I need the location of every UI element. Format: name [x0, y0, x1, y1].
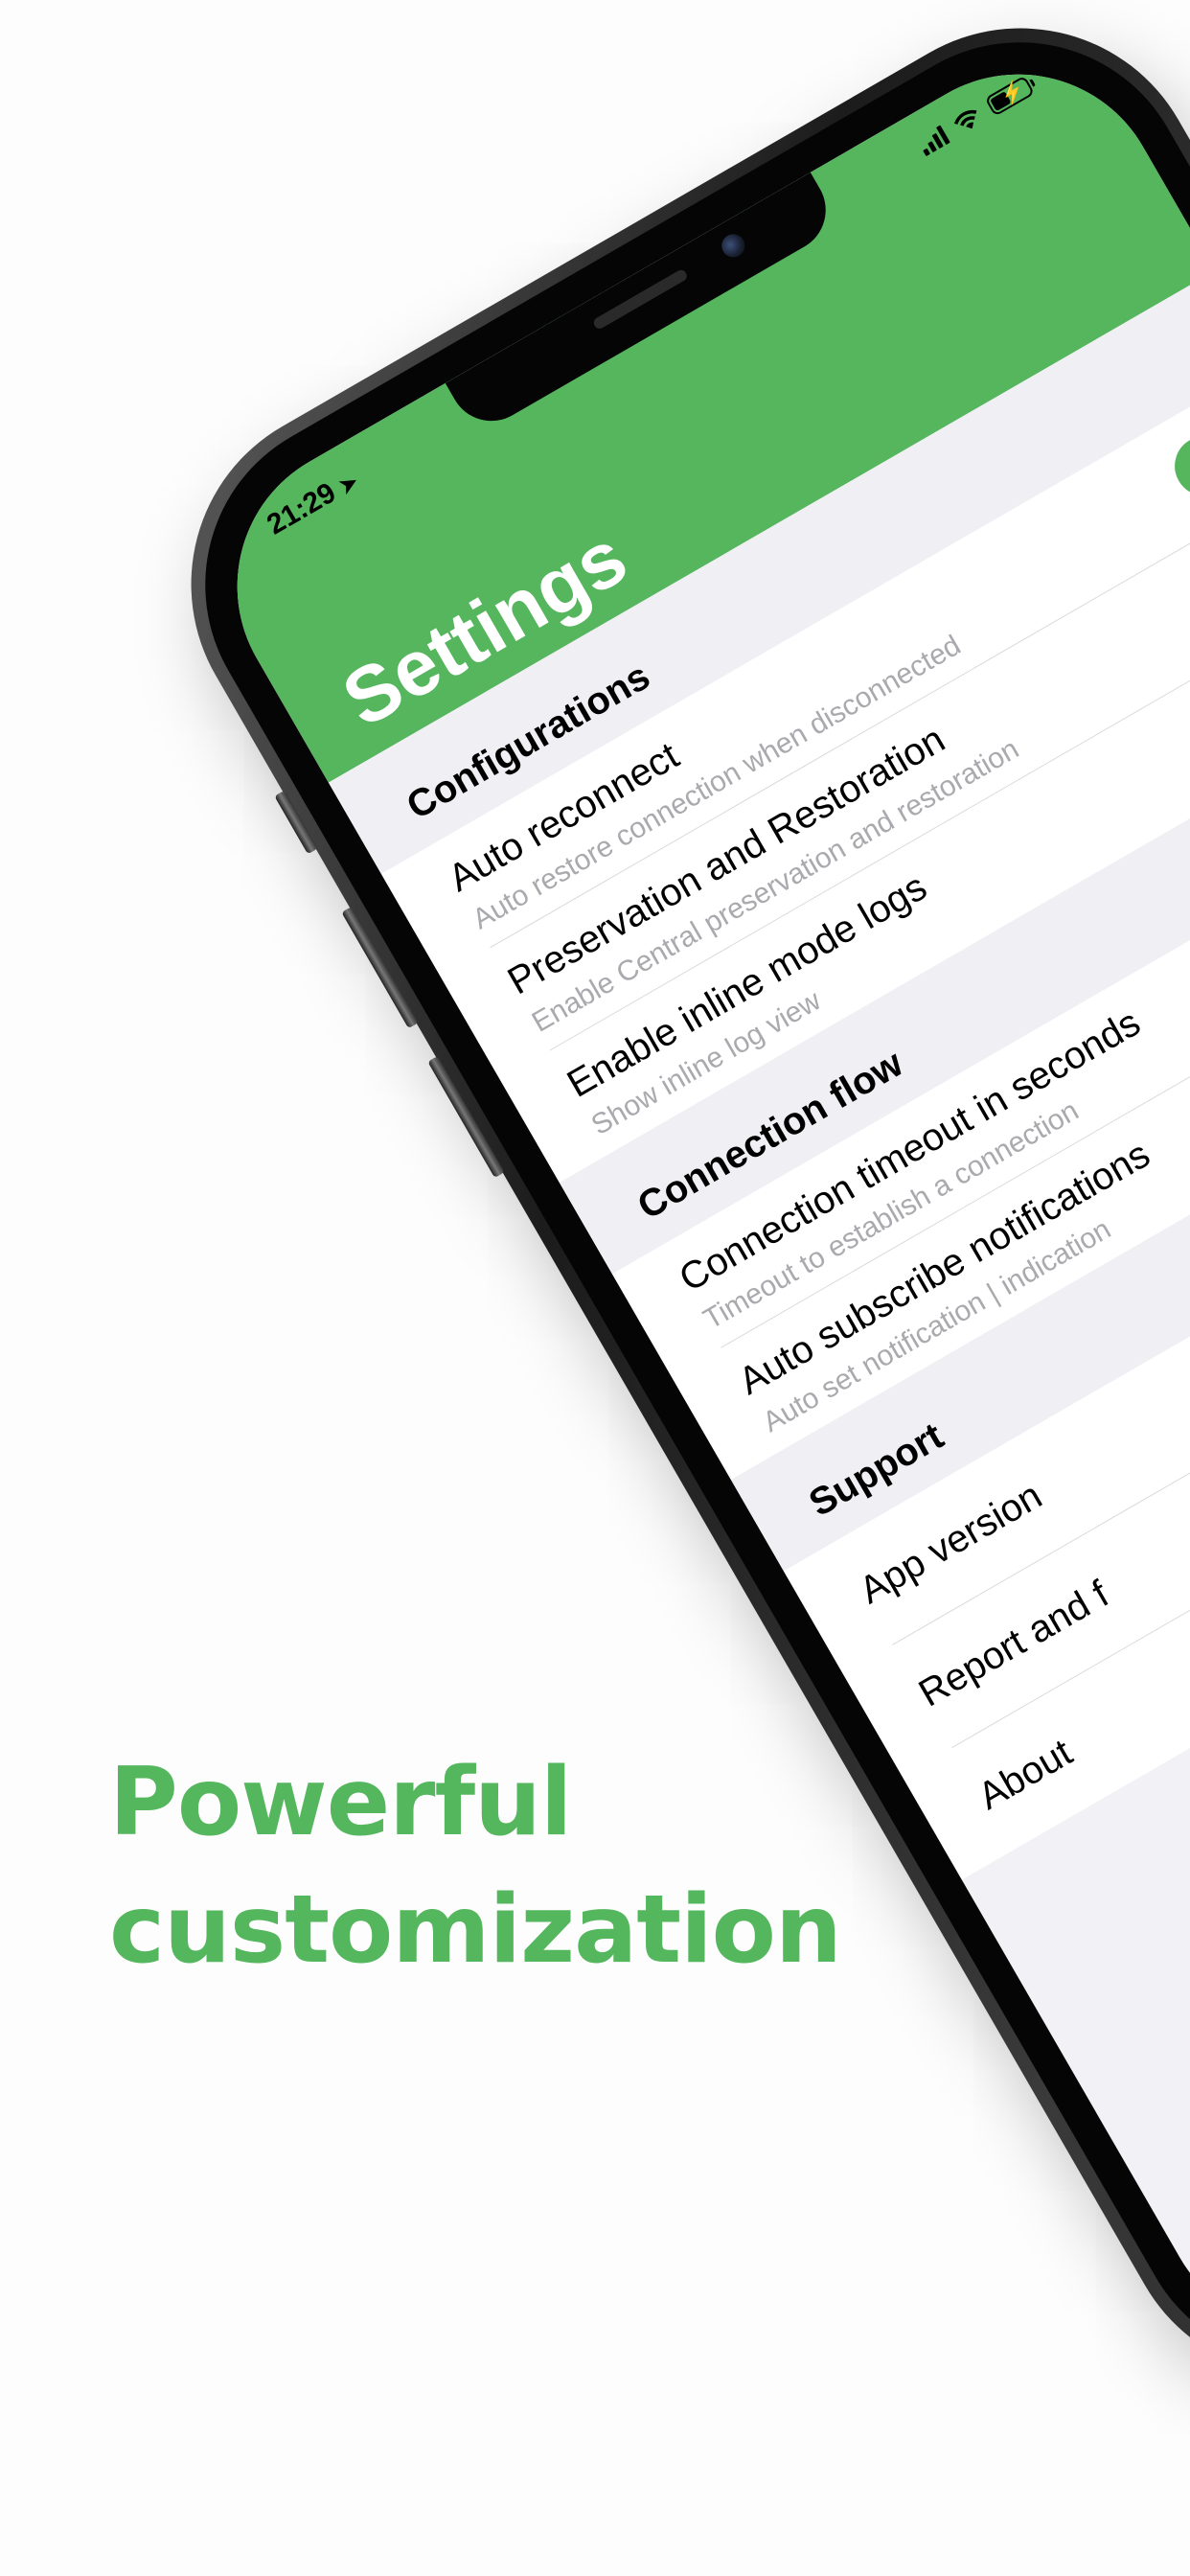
app-store-screenshot: Powerful customization Settings 21:29➤ ⚡…: [0, 0, 1190, 2576]
setting-title: About: [971, 1731, 1080, 1818]
auto-reconnect-toggle[interactable]: [1163, 405, 1190, 507]
location-arrow-icon: ➤: [334, 469, 362, 499]
headline-line-1: Powerful: [109, 1748, 572, 1857]
battery-charging-icon: ⚡: [984, 75, 1036, 117]
phone-mockup: Settings 21:29➤ ⚡ Configurations Auto re…: [125, 0, 1190, 2444]
headline-line-2: customization: [109, 1875, 842, 1985]
cellular-signal-icon: [916, 125, 950, 157]
wifi-icon: [953, 109, 977, 129]
marketing-headline: Powerful customization: [109, 1739, 842, 1994]
